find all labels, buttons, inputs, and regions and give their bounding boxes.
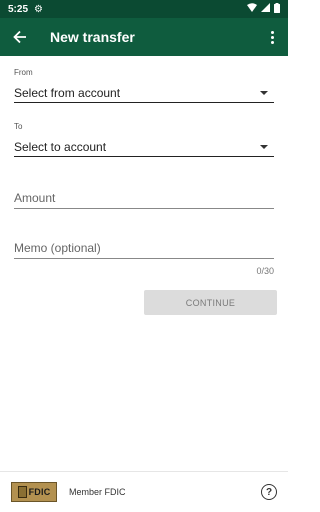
status-time: 5:25 — [8, 3, 29, 15]
amount-input[interactable]: Amount — [14, 187, 274, 209]
status-icons — [247, 2, 280, 16]
continue-button[interactable]: CONTINUE — [144, 290, 277, 315]
footer: FDIC Member FDIC ? — [0, 471, 288, 512]
from-account-field[interactable]: From Select from account — [14, 68, 274, 103]
to-label: To — [14, 122, 23, 131]
page-title: New transfer — [50, 29, 135, 45]
fdic-seal-icon — [17, 486, 27, 498]
signal-icon — [261, 3, 270, 15]
to-account-select[interactable]: Select to account — [14, 137, 274, 157]
fdic-logo: FDIC — [11, 482, 57, 502]
memo-placeholder: Memo (optional) — [14, 241, 101, 255]
fdic-logo-text: FDIC — [28, 487, 51, 497]
help-circle-icon[interactable]: ? — [261, 484, 277, 500]
wifi-icon — [247, 3, 257, 15]
more-vert-icon[interactable] — [264, 25, 280, 49]
gear-icon: ⚙ — [34, 3, 43, 15]
app-bar: New transfer — [0, 18, 288, 56]
from-account-value: Select from account — [14, 85, 121, 100]
to-account-value: Select to account — [14, 139, 107, 154]
arrow-back-icon[interactable] — [8, 25, 32, 49]
amount-field[interactable]: Amount — [14, 187, 274, 209]
memo-char-counter: 0/30 — [256, 266, 274, 276]
dropdown-arrow-icon — [260, 144, 268, 149]
from-account-select[interactable]: Select from account — [14, 83, 274, 103]
member-fdic-text: Member FDIC — [69, 487, 126, 497]
memo-field[interactable]: Memo (optional) — [14, 237, 274, 259]
status-bar: 5:25 ⚙ — [0, 0, 288, 18]
from-label: From — [14, 68, 33, 77]
amount-placeholder: Amount — [14, 191, 56, 205]
memo-input[interactable]: Memo (optional) — [14, 237, 274, 259]
battery-icon — [274, 2, 280, 16]
dropdown-arrow-icon — [260, 90, 268, 95]
to-account-field[interactable]: To Select to account — [14, 122, 274, 157]
